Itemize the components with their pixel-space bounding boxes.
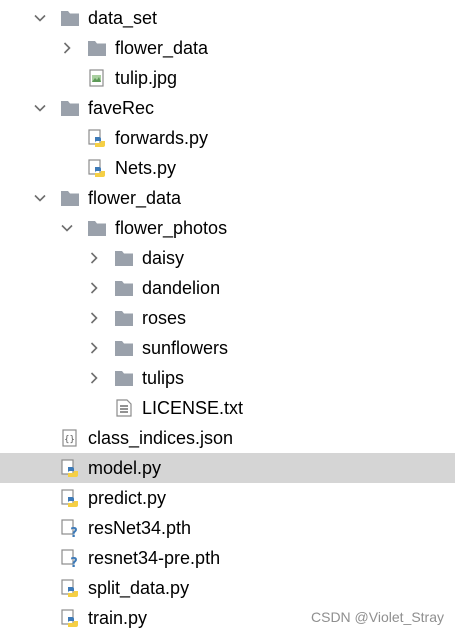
watermark: CSDN @Violet_Stray <box>311 609 444 625</box>
tree-item-tulip-jpg[interactable]: tulip.jpg <box>0 63 455 93</box>
tree-item-label: train.py <box>88 608 148 628</box>
tree-item-label: roses <box>142 308 187 328</box>
tree-item-label: resnet34-pre.pth <box>88 548 221 568</box>
chevron-down-icon[interactable] <box>34 12 46 24</box>
tree-item-roses[interactable]: roses <box>0 303 455 333</box>
tree-item-flower-data[interactable]: flower_data <box>0 183 455 213</box>
folder-icon <box>88 221 106 236</box>
python-file-icon <box>88 129 105 147</box>
python-file-icon <box>61 609 78 627</box>
tree-item-label: forwards.py <box>115 128 209 148</box>
folder-icon <box>61 11 79 26</box>
tree-item-label: dandelion <box>142 278 221 298</box>
tree-item-license-txt[interactable]: LICENSE.txt <box>0 393 455 423</box>
tree-item-label: sunflowers <box>142 338 229 358</box>
tree-item-flower-data[interactable]: flower_data <box>0 33 455 63</box>
python-file-icon <box>61 579 78 597</box>
text-file-icon <box>116 399 132 417</box>
json-file-icon: {} <box>62 429 77 447</box>
tree-item-daisy[interactable]: daisy <box>0 243 455 273</box>
chevron-down-icon[interactable] <box>61 222 73 234</box>
tree-item-label: resNet34.pth <box>88 518 192 538</box>
tree-item-model-py[interactable]: model.py <box>0 453 455 483</box>
svg-text:{}: {} <box>64 435 75 445</box>
tree-item-predict-py[interactable]: predict.py <box>0 483 455 513</box>
tree-item-label: predict.py <box>88 488 167 508</box>
folder-icon <box>61 191 79 206</box>
tree-item-label: faveRec <box>88 98 155 118</box>
project-tree: data_set flower_data tulip.jpg faveRec f… <box>0 3 455 633</box>
tree-item-resnet34-pre-pth[interactable]: ? resnet34-pre.pth <box>0 543 455 573</box>
folder-icon <box>115 311 133 326</box>
tree-item-split-data-py[interactable]: split_data.py <box>0 573 455 603</box>
tree-item-label: flower_data <box>115 38 209 58</box>
tree-item-faverec[interactable]: faveRec <box>0 93 455 123</box>
folder-icon <box>61 101 79 116</box>
chevron-right-icon[interactable] <box>61 42 73 54</box>
tree-item-nets-py[interactable]: Nets.py <box>0 153 455 183</box>
tree-item-label: class_indices.json <box>88 428 234 448</box>
svg-text:?: ? <box>70 526 78 537</box>
chevron-down-icon[interactable] <box>34 102 46 114</box>
python-file-icon <box>61 489 78 507</box>
tree-item-label: data_set <box>88 8 158 28</box>
tree-item-tulips[interactable]: tulips <box>0 363 455 393</box>
python-file-icon <box>61 459 78 477</box>
tree-item-class-indices-json[interactable]: {} class_indices.json <box>0 423 455 453</box>
unknown-file-icon: ? <box>61 519 78 537</box>
folder-icon <box>115 341 133 356</box>
tree-item-label: flower_data <box>88 188 182 208</box>
chevron-right-icon[interactable] <box>88 312 100 324</box>
chevron-right-icon[interactable] <box>88 282 100 294</box>
tree-item-flower-photos[interactable]: flower_photos <box>0 213 455 243</box>
tree-item-label: tulip.jpg <box>115 68 178 88</box>
folder-icon <box>115 371 133 386</box>
tree-item-label: daisy <box>142 248 185 268</box>
tree-item-label: Nets.py <box>115 158 177 178</box>
tree-item-label: flower_photos <box>115 218 228 238</box>
tree-item-sunflowers[interactable]: sunflowers <box>0 333 455 363</box>
tree-item-dandelion[interactable]: dandelion <box>0 273 455 303</box>
unknown-file-icon: ? <box>61 549 78 567</box>
chevron-down-icon[interactable] <box>34 192 46 204</box>
tree-item-label: LICENSE.txt <box>142 398 244 418</box>
chevron-right-icon[interactable] <box>88 372 100 384</box>
tree-item-forwards-py[interactable]: forwards.py <box>0 123 455 153</box>
chevron-right-icon[interactable] <box>88 252 100 264</box>
svg-text:?: ? <box>70 556 78 567</box>
tree-item-resnet34-pth[interactable]: ? resNet34.pth <box>0 513 455 543</box>
folder-icon <box>88 41 106 56</box>
folder-icon <box>115 281 133 296</box>
chevron-right-icon[interactable] <box>88 342 100 354</box>
tree-item-label: model.py <box>88 458 162 478</box>
image-file-icon <box>89 69 104 87</box>
folder-icon <box>115 251 133 266</box>
tree-item-label: tulips <box>142 368 185 388</box>
tree-item-label: split_data.py <box>88 578 190 598</box>
tree-item-data-set[interactable]: data_set <box>0 3 455 33</box>
python-file-icon <box>88 159 105 177</box>
